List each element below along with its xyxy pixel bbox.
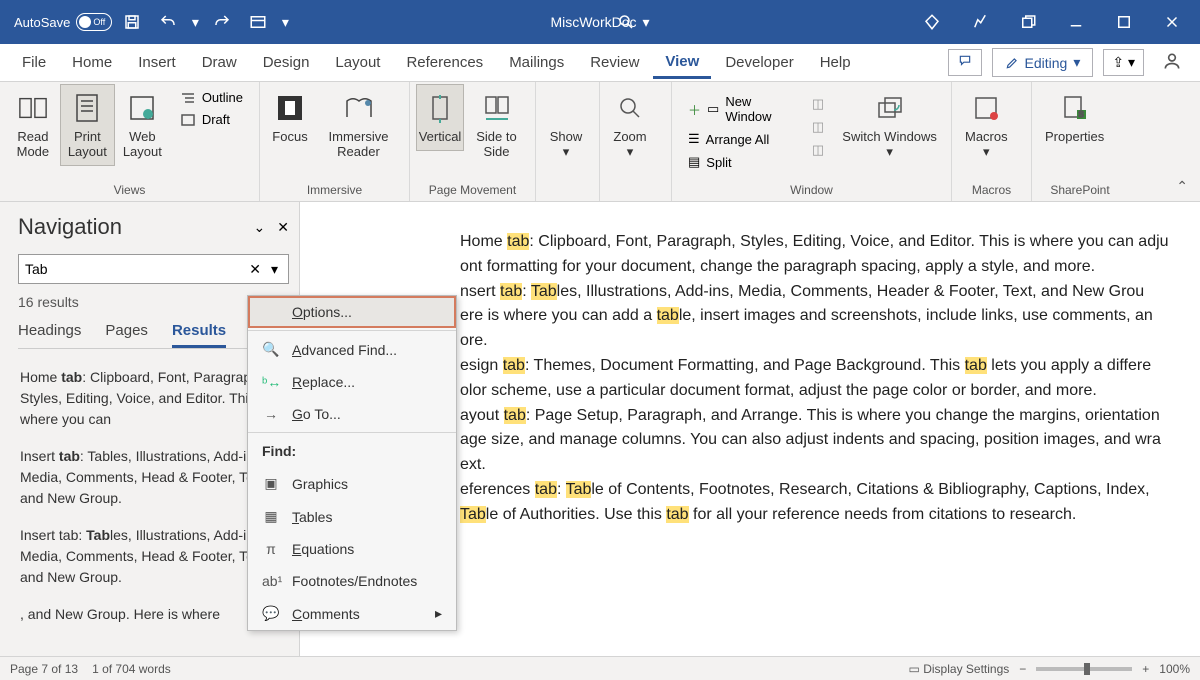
- navtab-headings[interactable]: Headings: [18, 322, 81, 348]
- autosave-toggle[interactable]: AutoSave Off: [14, 13, 112, 31]
- zoom-out-icon[interactable]: −: [1019, 662, 1026, 676]
- arrange-all-button[interactable]: ☰ Arrange All: [684, 129, 796, 149]
- tab-design[interactable]: Design: [251, 48, 322, 77]
- search-dropdown-icon[interactable]: ▾: [267, 261, 282, 278]
- vertical-button[interactable]: Vertical: [416, 84, 464, 151]
- menu-tables[interactable]: ▦Tables: [248, 500, 456, 533]
- menu-equations[interactable]: πEquations: [248, 533, 456, 565]
- coming-soon-icon[interactable]: [958, 6, 1002, 38]
- menu-footnotes[interactable]: ab¹Footnotes/Endnotes: [248, 565, 456, 597]
- search-icon[interactable]: [610, 6, 642, 38]
- tab-review[interactable]: Review: [578, 48, 651, 77]
- focus-button[interactable]: Focus: [266, 84, 314, 151]
- immersive-reader-button[interactable]: Immersive Reader: [314, 84, 403, 166]
- tab-view[interactable]: View: [653, 47, 711, 79]
- nav-search-input[interactable]: ✕ ▾: [18, 254, 289, 284]
- qat-icon[interactable]: [242, 6, 274, 38]
- tab-help[interactable]: Help: [808, 48, 863, 77]
- collapse-ribbon-icon[interactable]: ⌃: [1164, 172, 1200, 201]
- editing-mode-button[interactable]: Editing▾: [992, 48, 1094, 77]
- zoom-button[interactable]: Zoom▾: [606, 84, 654, 167]
- undo-icon[interactable]: [152, 6, 184, 38]
- switch-windows-button[interactable]: Switch Windows ▾: [834, 84, 945, 167]
- clear-search-icon[interactable]: ✕: [243, 261, 267, 278]
- macros-button[interactable]: Macros▾: [958, 84, 1015, 167]
- window-controls: [906, 6, 1194, 38]
- split-button[interactable]: ▤ Split: [684, 152, 796, 172]
- search-dropdown-menu: Options... 🔍Advanced Find... ᵇ↔Replace..…: [247, 295, 457, 631]
- nav-close-icon[interactable]: ✕: [277, 219, 289, 236]
- restore-window-icon[interactable]: [1006, 6, 1050, 38]
- view-side-icon[interactable]: ◫: [808, 94, 828, 114]
- tab-developer[interactable]: Developer: [713, 48, 805, 77]
- menu-goto[interactable]: →Go To...: [248, 398, 456, 430]
- show-button[interactable]: Show▾: [542, 84, 590, 167]
- menu-options[interactable]: Options...: [248, 296, 456, 328]
- tab-insert[interactable]: Insert: [126, 48, 188, 77]
- tab-references[interactable]: References: [394, 48, 495, 77]
- menu-replace[interactable]: ᵇ↔Replace...: [248, 366, 456, 398]
- content-area: Navigation ⌄ ✕ ✕ ▾ 16 results Headings P…: [0, 202, 1200, 656]
- close-icon[interactable]: [1150, 6, 1194, 38]
- menu-find-heading: Find:: [248, 435, 456, 467]
- nav-title: Navigation: [18, 214, 122, 240]
- print-layout-button[interactable]: Print Layout: [60, 84, 115, 166]
- tab-file[interactable]: File: [10, 48, 58, 77]
- save-icon[interactable]: [116, 6, 148, 38]
- web-layout-button[interactable]: Web Layout: [115, 84, 170, 166]
- read-mode-button[interactable]: Read Mode: [6, 84, 60, 166]
- menu-advanced-find[interactable]: 🔍Advanced Find...: [248, 333, 456, 366]
- account-icon[interactable]: [1154, 47, 1190, 78]
- svg-text:S: S: [1078, 110, 1083, 119]
- page-indicator[interactable]: Page 7 of 13: [10, 662, 78, 676]
- new-window-button[interactable]: ＋▭ New Window: [684, 92, 796, 126]
- autosave-label: AutoSave: [14, 15, 70, 30]
- sync-scroll-icon[interactable]: ◫: [808, 117, 828, 137]
- tab-home[interactable]: Home: [60, 48, 124, 77]
- draft-button[interactable]: Draft: [176, 110, 247, 129]
- word-count[interactable]: 1 of 704 words: [92, 662, 171, 676]
- ribbon-body: Read Mode Print Layout Web Layout Outlin…: [0, 82, 1200, 202]
- reset-window-icon[interactable]: ◫: [808, 140, 828, 160]
- outline-button[interactable]: Outline: [176, 88, 247, 107]
- comments-button[interactable]: [948, 49, 982, 76]
- maximize-icon[interactable]: [1102, 6, 1146, 38]
- nav-collapse-icon[interactable]: ⌄: [254, 219, 266, 236]
- properties-button[interactable]: SProperties: [1038, 84, 1111, 151]
- tab-layout[interactable]: Layout: [323, 48, 392, 77]
- zoom-slider[interactable]: [1036, 667, 1132, 671]
- menu-graphics[interactable]: ▣Graphics: [248, 467, 456, 500]
- toggle-switch[interactable]: Off: [76, 13, 112, 31]
- display-settings[interactable]: ▭ Display Settings: [909, 662, 1010, 676]
- navtab-pages[interactable]: Pages: [105, 322, 148, 348]
- search-field[interactable]: [25, 261, 243, 277]
- share-button[interactable]: ⇪ ▾: [1103, 49, 1144, 76]
- qat-dropdown[interactable]: ▾: [278, 6, 292, 38]
- statusbar: Page 7 of 13 1 of 704 words ▭ Display Se…: [0, 656, 1200, 680]
- ribbon-tabs: File Home Insert Draw Design Layout Refe…: [0, 44, 1200, 82]
- diamond-icon[interactable]: [910, 6, 954, 38]
- zoom-level[interactable]: 100%: [1159, 662, 1190, 676]
- titlebar: AutoSave Off ▾ ▾ MiscWorkDoc▾: [0, 0, 1200, 44]
- side-to-side-button[interactable]: Side to Side: [464, 84, 529, 166]
- navtab-results[interactable]: Results: [172, 322, 226, 348]
- tab-mailings[interactable]: Mailings: [497, 48, 576, 77]
- undo-dropdown[interactable]: ▾: [188, 6, 202, 38]
- menu-comments[interactable]: 💬Comments▸: [248, 597, 456, 630]
- zoom-in-icon[interactable]: +: [1142, 662, 1149, 676]
- tab-draw[interactable]: Draw: [190, 48, 249, 77]
- minimize-icon[interactable]: [1054, 6, 1098, 38]
- redo-icon[interactable]: [206, 6, 238, 38]
